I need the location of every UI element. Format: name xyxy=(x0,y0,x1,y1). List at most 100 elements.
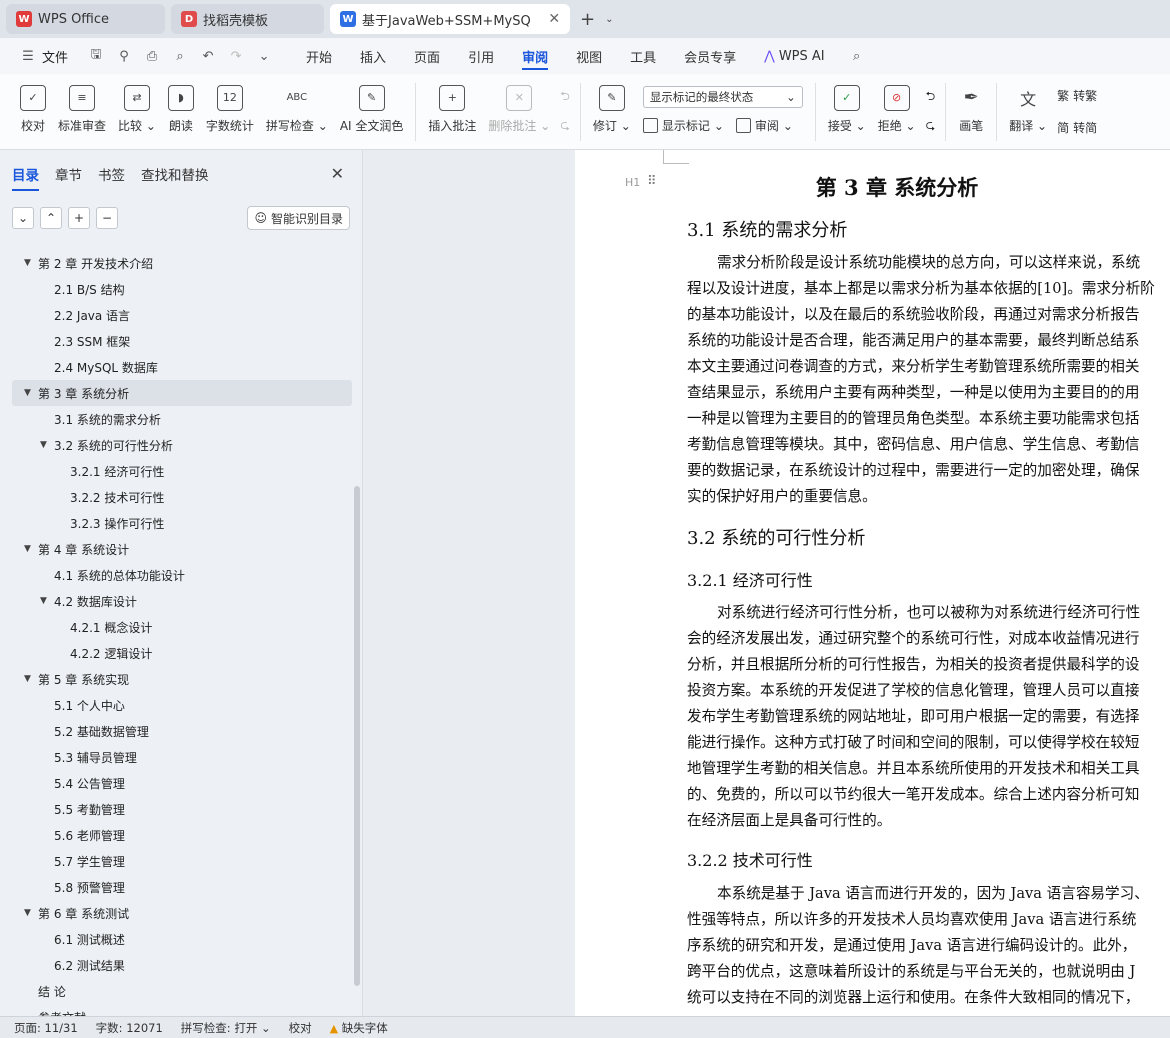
page-indicator[interactable]: 页面: 11/31 xyxy=(14,1020,78,1036)
search-icon[interactable]: ⌕ xyxy=(849,48,865,64)
menu-tools[interactable]: 工具 xyxy=(616,38,670,74)
menu-wps-ai[interactable]: ⋀ WPS AI xyxy=(750,38,838,74)
remove-icon[interactable]: − xyxy=(96,207,118,229)
close-icon[interactable]: ✕ xyxy=(331,164,344,183)
toc-item[interactable]: 3.1 系统的需求分析 xyxy=(0,406,352,432)
tab-document[interactable]: W 基于JavaWeb+SSM+MySQ ✕ xyxy=(330,4,571,34)
menu-member[interactable]: 会员专享 xyxy=(670,38,750,74)
collapse-icon[interactable]: ⌄ xyxy=(12,207,34,229)
expand-arrow-icon[interactable]: ▼ xyxy=(24,908,38,918)
toc-item[interactable]: 3.2.1 经济可行性 xyxy=(0,458,352,484)
proofread-button[interactable]: ✓ 校对 xyxy=(14,81,52,143)
menu-review[interactable]: 审阅 xyxy=(508,38,562,74)
print-preview-icon[interactable]: ⌕ xyxy=(172,48,188,64)
word-count-button[interactable]: 12 字数统计 xyxy=(200,81,260,143)
pen-button[interactable]: ✒ 画笔 xyxy=(952,81,990,143)
accept-button[interactable]: ✓ 接受 ⌄ xyxy=(822,81,872,143)
standard-review-button[interactable]: ≡ 标准审查 xyxy=(52,81,112,143)
heading-marker[interactable]: H1 xyxy=(625,176,640,189)
menu-insert[interactable]: 插入 xyxy=(346,38,400,74)
toc-item[interactable]: 2.3 SSM 框架 xyxy=(0,328,352,354)
tab-find-replace[interactable]: 查找和替换 xyxy=(141,164,209,184)
spell-check-button[interactable]: ABC 拼写检查 ⌄ xyxy=(260,81,334,143)
expand-up-icon[interactable]: ⌃ xyxy=(40,207,62,229)
expand-arrow-icon[interactable]: ▼ xyxy=(24,544,38,554)
toc-item[interactable]: 2.4 MySQL 数据库 xyxy=(0,354,352,380)
save-icon[interactable]: 🖫 xyxy=(88,47,104,64)
toc-item[interactable]: 4.1 系统的总体功能设计 xyxy=(0,562,352,588)
toc-item[interactable]: 5.6 老师管理 xyxy=(0,822,352,848)
next-comment-icon[interactable]: ⮎ xyxy=(560,116,570,137)
markup-display-select[interactable]: 显示标记的最终状态 ⌄ xyxy=(642,85,803,108)
show-markup-button[interactable]: 显示标记 ⌄ xyxy=(642,114,724,138)
toc-item[interactable]: 5.5 考勤管理 xyxy=(0,796,352,822)
toc-item[interactable]: ▼ 第 3 章 系统分析 xyxy=(12,380,352,406)
compare-button[interactable]: ⇄ 比较 ⌄ xyxy=(112,81,162,143)
toc-item[interactable]: 6.1 测试概述 xyxy=(0,926,352,952)
toc-item[interactable]: 5.8 预警管理 xyxy=(0,874,352,900)
more-chevron-icon[interactable]: ⌄ xyxy=(256,48,272,64)
expand-arrow-icon[interactable]: ▼ xyxy=(40,596,54,606)
toc-item[interactable]: 5.7 学生管理 xyxy=(0,848,352,874)
smart-toc-button[interactable]: ☺ 智能识别目录 xyxy=(247,206,350,230)
menu-view[interactable]: 视图 xyxy=(562,38,616,74)
toc-item[interactable]: 3.2.3 操作可行性 xyxy=(0,510,352,536)
link-icon[interactable]: ⚲ xyxy=(116,48,132,64)
proof-indicator[interactable]: 校对 xyxy=(289,1020,312,1036)
tab-sections[interactable]: 章节 xyxy=(55,164,82,184)
new-tab-icon[interactable]: + xyxy=(576,9,599,30)
toc-item[interactable]: 结 论 xyxy=(0,978,352,1004)
expand-arrow-icon[interactable]: ▼ xyxy=(24,258,38,268)
hamburger-icon[interactable]: ☰ xyxy=(20,48,36,64)
add-icon[interactable]: + xyxy=(68,207,90,229)
expand-arrow-icon[interactable]: ▼ xyxy=(40,440,54,450)
tab-list-chevron-icon[interactable]: ⌄ xyxy=(605,14,613,25)
toc-item[interactable]: ▼ 第 4 章 系统设计 xyxy=(0,536,352,562)
delete-comment-button[interactable]: ✕ 删除批注 ⌄ xyxy=(482,81,556,143)
revise-button[interactable]: ✎ 修订 ⌄ xyxy=(587,81,637,143)
translate-button[interactable]: 文翻译 ⌄ xyxy=(1003,81,1053,143)
toc-item[interactable]: ▼ 3.2 系统的可行性分析 xyxy=(0,432,352,458)
toc-item[interactable]: 4.2.2 逻辑设计 xyxy=(0,640,352,666)
toc-item[interactable]: 2.1 B/S 结构 xyxy=(0,276,352,302)
toc-item[interactable]: ▼ 第 6 章 系统测试 xyxy=(0,900,352,926)
toc-item[interactable]: 6.2 测试结果 xyxy=(0,952,352,978)
menu-start[interactable]: 开始 xyxy=(292,38,346,74)
menu-page[interactable]: 页面 xyxy=(400,38,454,74)
toc-item[interactable]: ▼ 第 2 章 开发技术介绍 xyxy=(0,250,352,276)
expand-arrow-icon[interactable]: ▼ xyxy=(24,388,38,398)
tab-template[interactable]: D 找稻壳模板 xyxy=(171,4,325,34)
toc-item[interactable]: 5.1 个人中心 xyxy=(0,692,352,718)
to-traditional-button[interactable]: 繁转繁 xyxy=(1057,84,1097,108)
read-aloud-button[interactable]: ◗ 朗读 xyxy=(162,81,200,143)
prev-comment-icon[interactable]: ⮌ xyxy=(560,87,570,108)
file-menu[interactable]: 文件 xyxy=(42,47,68,66)
next-revision-icon[interactable]: ⮎ xyxy=(926,116,936,137)
expand-arrow-icon[interactable]: ▼ xyxy=(24,674,38,684)
menu-reference[interactable]: 引用 xyxy=(454,38,508,74)
spell-check-indicator[interactable]: 拼写检查: 打开 ⌄ xyxy=(181,1020,271,1036)
drag-handle-icon[interactable]: ⠿ xyxy=(647,174,657,189)
close-tab-icon[interactable]: ✕ xyxy=(548,11,560,27)
toc-item[interactable]: ▼ 第 5 章 系统实现 xyxy=(0,666,352,692)
toc-item[interactable]: 4.2.1 概念设计 xyxy=(0,614,352,640)
reject-button[interactable]: ⊘ 拒绝 ⌄ xyxy=(872,81,922,143)
nav-scrollbar[interactable] xyxy=(354,486,360,986)
undo-icon[interactable]: ↶ xyxy=(200,48,216,64)
insert-comment-button[interactable]: + 插入批注 xyxy=(422,81,482,143)
prev-revision-icon[interactable]: ⮌ xyxy=(926,87,936,108)
toc-item[interactable]: 2.2 Java 语言 xyxy=(0,302,352,328)
toc-item[interactable]: 5.2 基础数据管理 xyxy=(0,718,352,744)
word-count-indicator[interactable]: 字数: 12071 xyxy=(96,1020,163,1036)
tab-wps-office[interactable]: W WPS Office xyxy=(6,4,166,34)
tab-bookmarks[interactable]: 书签 xyxy=(98,164,125,184)
to-simplified-button[interactable]: 简转简 xyxy=(1057,116,1097,140)
toc-item[interactable]: 5.4 公告管理 xyxy=(0,770,352,796)
tab-toc[interactable]: 目录 xyxy=(12,164,39,191)
redo-icon[interactable]: ↷ xyxy=(228,48,244,64)
toc-item[interactable]: 5.3 辅导员管理 xyxy=(0,744,352,770)
missing-font-indicator[interactable]: ▲ 缺失字体 xyxy=(330,1020,388,1036)
review-pane-button[interactable]: 审阅 ⌄ xyxy=(735,114,793,138)
print-icon[interactable]: ⎙ xyxy=(144,48,160,64)
toc-item[interactable]: 3.2.2 技术可行性 xyxy=(0,484,352,510)
